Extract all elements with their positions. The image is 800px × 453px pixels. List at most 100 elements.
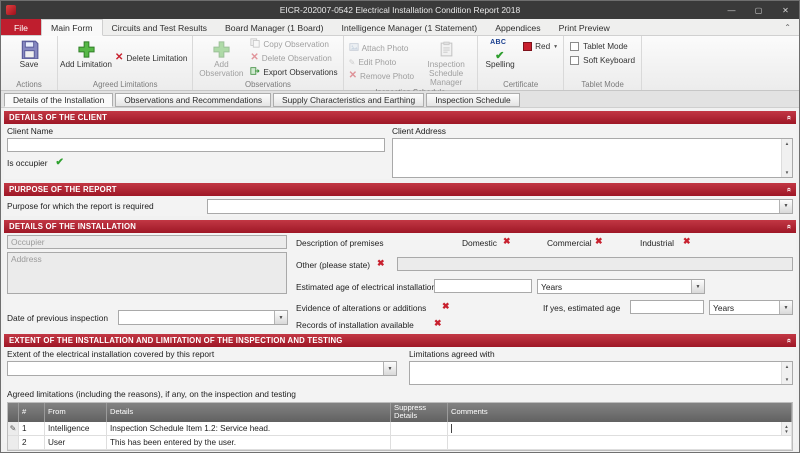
commercial-status-icon[interactable]: ✖: [595, 237, 603, 246]
photo-icon: [348, 42, 359, 54]
attach-photo-button[interactable]: Attach Photo: [346, 42, 418, 55]
delete-limitation-button[interactable]: ✕ Delete Limitation: [112, 52, 190, 65]
extent-combobox[interactable]: ▼: [7, 361, 397, 376]
chevron-down-icon[interactable]: ▼: [274, 311, 287, 324]
column-header-num[interactable]: #: [19, 403, 45, 422]
close-icon[interactable]: ✕: [772, 1, 799, 19]
ribbon-group-label-observations: Observations: [245, 80, 291, 89]
doc-tab-supply-characteristics[interactable]: Supply Characteristics and Earthing: [273, 93, 425, 107]
chevron-down-icon[interactable]: ▼: [779, 301, 792, 314]
date-previous-inspection-label: Date of previous inspection: [7, 313, 109, 323]
collapse-section-icon[interactable]: »: [784, 224, 793, 229]
cell-num[interactable]: 1: [19, 421, 45, 436]
if-yes-units-combobox[interactable]: Years ▼: [709, 300, 793, 315]
tab-main-form[interactable]: Main Form: [41, 19, 103, 36]
tab-print-preview[interactable]: Print Preview: [550, 19, 619, 35]
cell-suppress-details[interactable]: [391, 421, 448, 436]
doc-tab-details-of-installation[interactable]: Details of the Installation: [4, 93, 114, 107]
tab-file[interactable]: File: [1, 19, 41, 35]
scrollbar[interactable]: ▲ ▼: [781, 362, 792, 384]
doc-tab-inspection-schedule[interactable]: Inspection Schedule: [426, 93, 520, 107]
domestic-label: Domestic: [462, 238, 497, 248]
ribbon-group-inspection-schedule: Attach Photo ✎ Edit Photo ✕ Remove Photo: [344, 36, 479, 97]
address-field[interactable]: Address: [7, 252, 287, 294]
form-area: DETAILS OF THE CLIENT » Client Name Is o…: [1, 108, 799, 452]
other-field[interactable]: [397, 257, 793, 271]
if-yes-estimated-age-input[interactable]: [630, 300, 704, 314]
maximize-icon[interactable]: ▢: [745, 1, 772, 19]
tab-circuits-and-test-results[interactable]: Circuits and Test Results: [103, 19, 216, 35]
tab-board-manager[interactable]: Board Manager (1 Board): [216, 19, 333, 35]
evidence-status-icon[interactable]: ✖: [442, 302, 450, 311]
section-title: PURPOSE OF THE REPORT: [9, 185, 117, 194]
add-limitation-button[interactable]: Add Limitation: [60, 37, 112, 79]
section-title: DETAILS OF THE CLIENT: [9, 113, 108, 122]
cell-details[interactable]: This has been entered by the user.: [107, 435, 391, 450]
doc-tab-observations-recommendations[interactable]: Observations and Recommendations: [115, 93, 272, 107]
occupier-field[interactable]: Occupier: [7, 235, 287, 249]
records-status-icon[interactable]: ✖: [434, 319, 442, 328]
is-occupier-check-icon[interactable]: ✔: [56, 158, 64, 168]
collapse-section-icon[interactable]: »: [784, 187, 793, 192]
section-title: DETAILS OF THE INSTALLATION: [9, 222, 137, 231]
soft-keyboard-checkbox[interactable]: Soft Keyboard: [566, 54, 639, 67]
client-name-input[interactable]: [7, 138, 385, 152]
edit-photo-button[interactable]: ✎ Edit Photo: [346, 56, 418, 69]
add-observation-button[interactable]: Add Observation: [195, 37, 247, 79]
column-header-from[interactable]: From: [45, 403, 107, 422]
estimated-age-units-combobox[interactable]: Years ▼: [537, 279, 705, 294]
tab-appendices[interactable]: Appendices: [486, 19, 549, 35]
scroll-down-icon[interactable]: ▼: [785, 377, 789, 382]
tablet-mode-checkbox[interactable]: Tablet Mode: [566, 40, 639, 53]
section-title: EXTENT OF THE INSTALLATION AND LIMITATIO…: [9, 336, 343, 345]
column-header-details[interactable]: Details: [107, 403, 391, 422]
cell-from[interactable]: User: [45, 435, 107, 450]
row-indicator: [8, 435, 19, 450]
inspection-schedule-manager-button[interactable]: Inspection Schedule Manager: [417, 37, 475, 87]
scrollbar[interactable]: ▲ ▼: [781, 421, 791, 435]
other-status-icon[interactable]: ✖: [377, 259, 385, 268]
collapse-section-icon[interactable]: »: [784, 115, 793, 120]
client-address-textarea[interactable]: ▲ ▼: [392, 138, 793, 178]
purpose-combobox[interactable]: ▼: [207, 198, 793, 214]
limitations-agreed-with-value: [410, 361, 416, 373]
agreed-limitations-label: Agreed limitations (including the reason…: [7, 389, 296, 399]
scroll-down-icon[interactable]: ▼: [785, 170, 789, 175]
tab-intelligence-manager[interactable]: Intelligence Manager (1 Statement): [332, 19, 486, 35]
cell-suppress-details[interactable]: [391, 435, 448, 450]
limitations-agreed-with-label: Limitations agreed with: [409, 349, 495, 359]
limitations-agreed-with-textarea[interactable]: ▲ ▼: [409, 361, 793, 385]
document-tab-bar: Details of the Installation Observations…: [1, 91, 799, 108]
chevron-down-icon[interactable]: ▼: [383, 362, 396, 375]
cell-num[interactable]: 2: [19, 435, 45, 450]
cell-comments-editor[interactable]: ▲ ▼: [448, 421, 792, 436]
scrollbar[interactable]: ▲ ▼: [781, 139, 792, 177]
cell-details[interactable]: Inspection Schedule Item 1.2: Service he…: [107, 421, 391, 436]
table-row[interactable]: 2 User This has been entered by the user…: [8, 435, 792, 450]
collapse-section-icon[interactable]: »: [784, 338, 793, 343]
scroll-down-icon[interactable]: ▼: [784, 429, 788, 434]
export-observations-button[interactable]: Export Observations: [247, 66, 340, 79]
table-row[interactable]: ✎ 1 Intelligence Inspection Schedule Ite…: [8, 421, 792, 436]
date-previous-inspection-combobox[interactable]: ▼: [118, 310, 288, 325]
estimated-age-input[interactable]: [434, 279, 532, 293]
scroll-up-icon[interactable]: ▲: [785, 364, 789, 369]
certificate-color-dropdown[interactable]: Red ▼: [520, 40, 561, 53]
delete-observation-button[interactable]: ✕ Delete Observation: [247, 52, 340, 65]
cell-from[interactable]: Intelligence: [45, 421, 107, 436]
column-header-comments[interactable]: Comments: [448, 403, 792, 422]
industrial-status-icon[interactable]: ✖: [683, 237, 691, 246]
date-previous-inspection-value: [119, 311, 274, 324]
column-header-suppress-details[interactable]: Suppress Details: [391, 403, 448, 422]
chevron-down-icon[interactable]: ▼: [779, 199, 792, 213]
spelling-button[interactable]: ABC ✔ Spelling: [480, 37, 520, 79]
save-button[interactable]: Save: [3, 37, 55, 79]
ribbon-collapse-icon[interactable]: ⌃: [784, 23, 791, 32]
domestic-status-icon[interactable]: ✖: [503, 237, 511, 246]
chevron-down-icon[interactable]: ▼: [691, 280, 704, 293]
scroll-up-icon[interactable]: ▲: [785, 141, 789, 146]
copy-observation-button[interactable]: Copy Observation: [247, 38, 340, 51]
minimize-icon[interactable]: —: [718, 1, 745, 19]
cell-comments[interactable]: [448, 435, 792, 450]
remove-photo-button[interactable]: ✕ Remove Photo: [346, 70, 418, 83]
